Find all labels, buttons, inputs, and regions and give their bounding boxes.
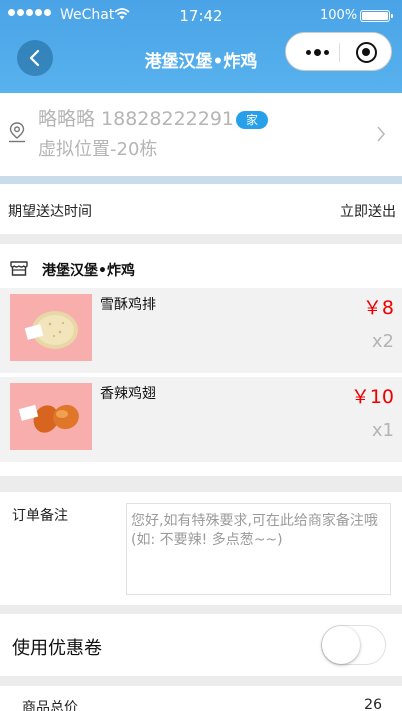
product-price: ￥10 — [350, 386, 394, 408]
address-location: 虚拟位置-20栋 — [38, 139, 158, 160]
toggle-knob — [322, 626, 360, 664]
capsule-divider — [339, 43, 340, 62]
subtotal-value: 26 — [364, 697, 382, 711]
coupon-label: 使用优惠卷 — [12, 638, 102, 659]
coupon-row: 使用优惠卷 — [0, 614, 402, 676]
order-remark-input[interactable]: 您好,如有特殊要求,可在此给商家备注哦 (如: 不要辣! 多点葱~~) — [126, 503, 391, 595]
battery-icon — [360, 10, 393, 22]
order-confirm-page: WeChat 17:42 100% 港堡汉堡•炸鸡 略略略 1882822229… — [0, 0, 402, 711]
delivery-time-value: 立即送出 — [340, 204, 396, 220]
battery-percent: 100% — [320, 8, 358, 23]
more-icon[interactable] — [306, 49, 329, 56]
coupon-toggle[interactable] — [321, 625, 386, 665]
product-name: 香辣鸡翅 — [100, 386, 156, 402]
list-item: 雪酥鸡排 ￥8 x2 — [0, 288, 402, 373]
contact-name-phone: 略略略 18828222291 — [38, 108, 235, 130]
delivery-time-label: 期望送达时间 — [8, 204, 92, 220]
subtotal-row: 商品总价 26 — [0, 686, 402, 711]
address-divider — [0, 176, 402, 184]
close-miniprogram-icon[interactable] — [356, 42, 377, 63]
shop-icon — [10, 261, 28, 276]
product-quantity: x2 — [371, 331, 394, 352]
product-name: 雪酥鸡排 — [100, 297, 156, 313]
location-pin-icon — [9, 122, 25, 143]
store-name: 港堡汉堡•炸鸡 — [42, 263, 135, 279]
store-section: 港堡汉堡•炸鸡 雪酥鸡排 ￥8 x2 香辣鸡翅 ￥10 x1 — [0, 244, 402, 476]
address-card[interactable]: 略略略 18828222291 家 虚拟位置-20栋 — [0, 93, 402, 176]
subtotal-label: 商品总价 — [22, 700, 78, 711]
product-quantity: x1 — [371, 420, 394, 441]
status-bar: WeChat 17:42 100% — [0, 0, 402, 32]
address-tag-badge: 家 — [236, 111, 269, 129]
order-remark-label: 订单备注 — [12, 508, 68, 524]
order-remark-section: 订单备注 您好,如有特殊要求,可在此给商家备注哦 (如: 不要辣! 多点葱~~) — [0, 492, 402, 605]
delivery-time-row[interactable]: 期望送达时间 立即送出 — [0, 184, 402, 234]
product-image — [10, 383, 92, 450]
header: WeChat 17:42 100% 港堡汉堡•炸鸡 — [0, 0, 402, 93]
product-image — [10, 294, 92, 361]
product-price: ￥8 — [362, 297, 394, 319]
chevron-right-icon — [377, 126, 386, 142]
miniprogram-capsule — [285, 32, 392, 71]
list-item: 香辣鸡翅 ￥10 x1 — [0, 377, 402, 462]
